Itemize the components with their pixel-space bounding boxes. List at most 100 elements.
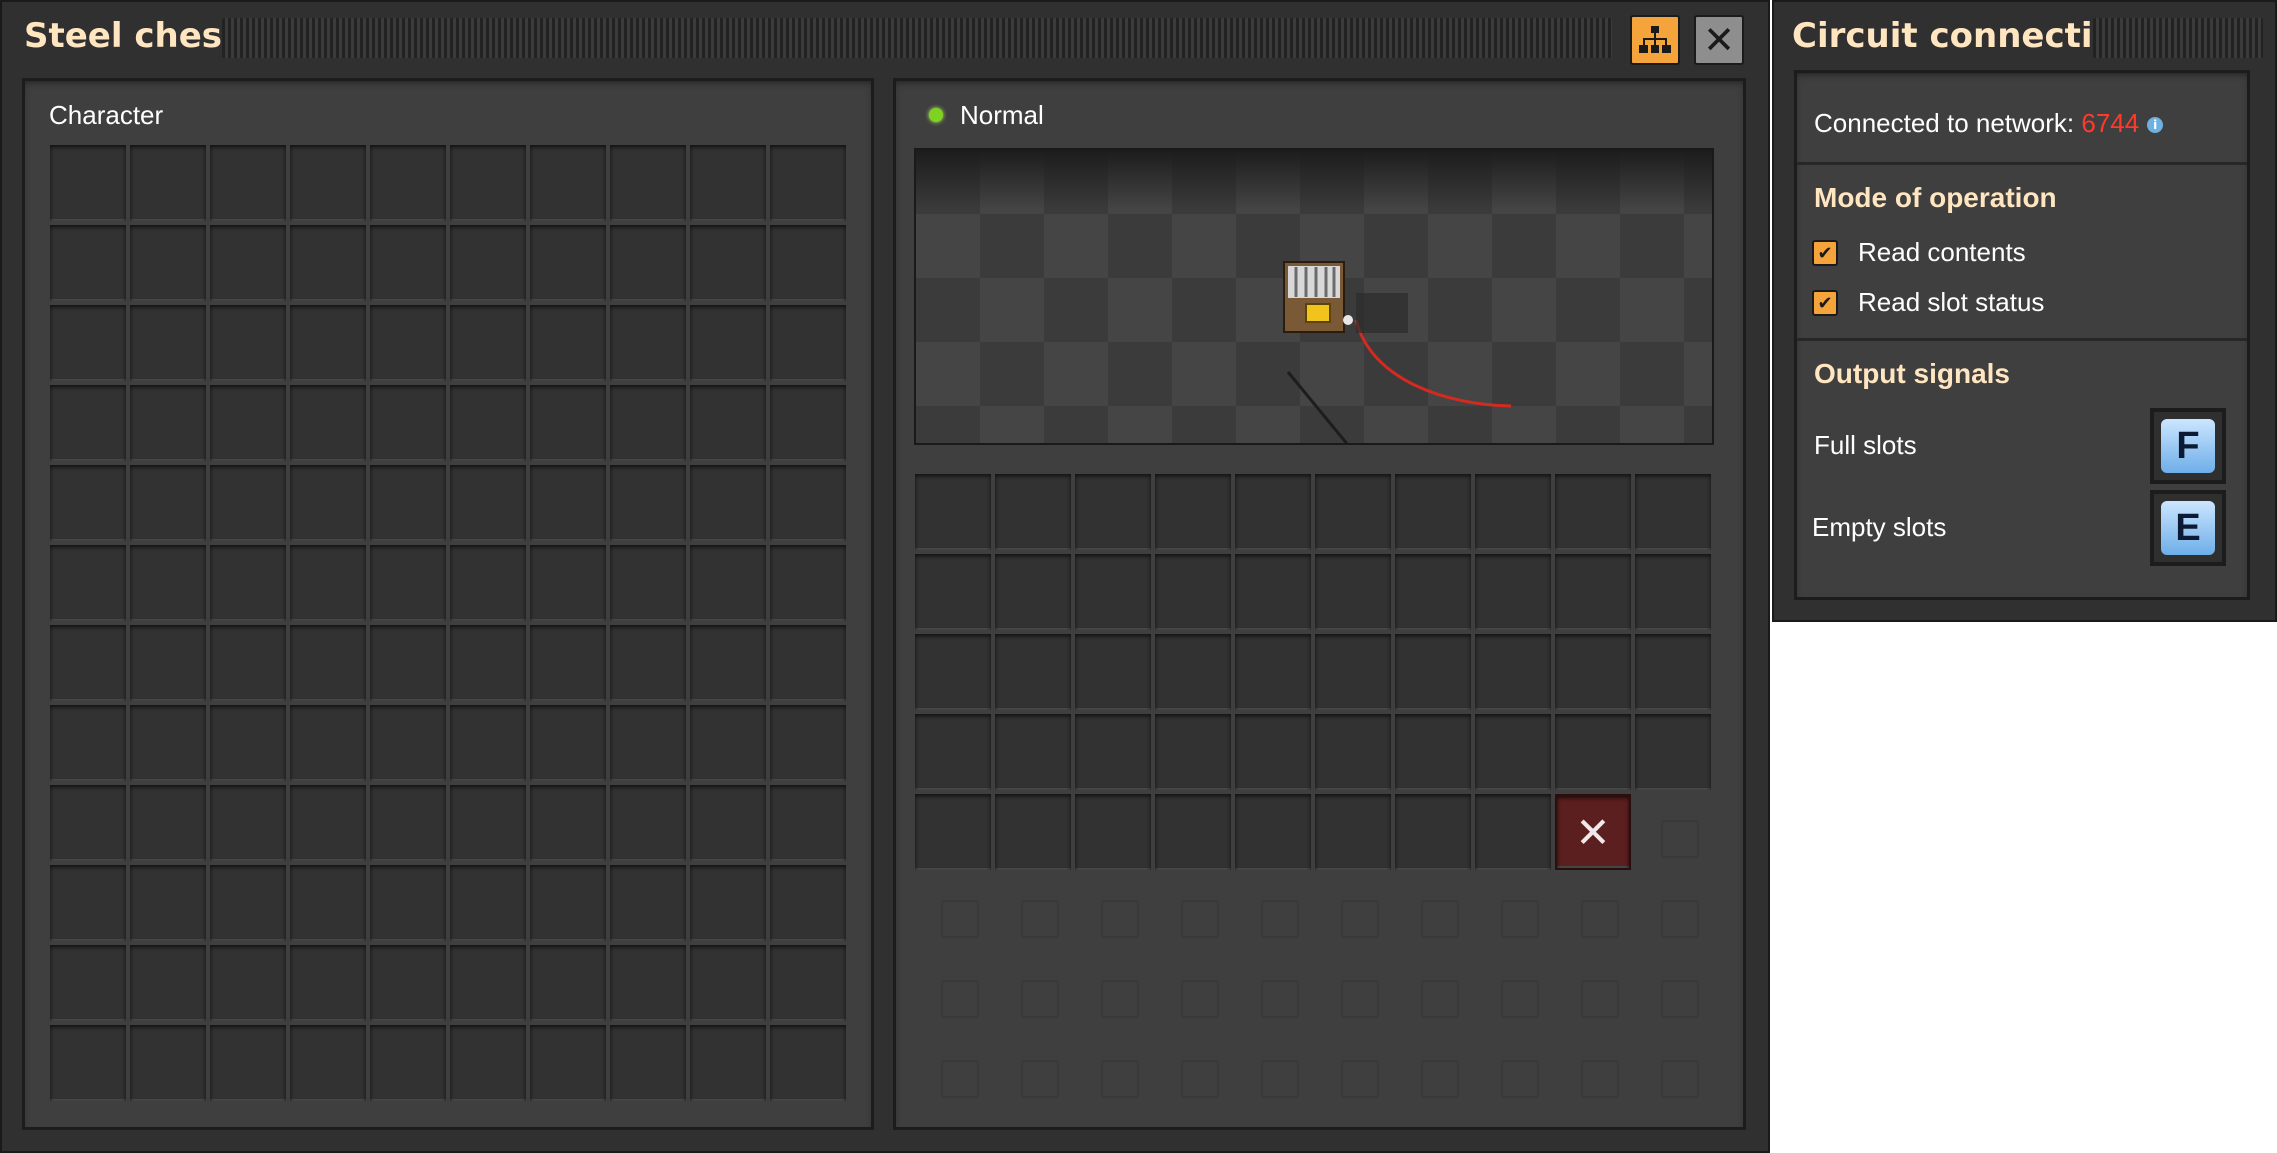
chest-inventory-slot[interactable] [1475,794,1551,870]
character-inventory-slot[interactable] [610,385,686,461]
character-inventory-slot[interactable] [290,545,366,621]
character-inventory-slot[interactable] [50,865,126,941]
character-inventory-slot[interactable] [690,545,766,621]
chest-inventory-slot[interactable] [1235,634,1311,710]
character-inventory-slot[interactable] [690,865,766,941]
character-inventory-slot[interactable] [50,625,126,701]
character-inventory-slot[interactable] [690,785,766,861]
locked-slot[interactable] [1315,874,1391,950]
chest-inventory-slot[interactable] [995,554,1071,630]
locked-slot[interactable] [995,874,1071,950]
locked-slot[interactable] [1475,1034,1551,1110]
character-inventory-slot[interactable] [290,385,366,461]
character-inventory-slot[interactable] [370,865,446,941]
character-inventory-slot[interactable] [610,785,686,861]
character-inventory-slot[interactable] [210,1025,286,1101]
locked-slot[interactable] [915,874,991,950]
locked-slot[interactable] [1315,954,1391,1030]
chest-inventory-slot[interactable] [1635,714,1711,790]
character-inventory-slot[interactable] [370,545,446,621]
character-inventory-slot[interactable] [290,705,366,781]
chest-inventory-slot[interactable] [1235,714,1311,790]
chest-inventory-slot[interactable] [1475,554,1551,630]
locked-slot[interactable] [1395,1034,1471,1110]
locked-slot[interactable] [1635,1034,1711,1110]
character-inventory-slot[interactable] [770,1025,846,1101]
close-button[interactable]: ✕ [1694,15,1744,65]
chest-inventory-slot[interactable] [1075,794,1151,870]
character-inventory-slot[interactable] [290,945,366,1021]
locked-slot[interactable] [1315,1034,1391,1110]
character-inventory-slot[interactable] [130,865,206,941]
read-contents-checkbox[interactable]: ✔ [1812,240,1838,266]
chest-inventory-slot[interactable] [1475,634,1551,710]
chest-inventory-slot[interactable] [1395,714,1471,790]
character-inventory-slot[interactable] [690,945,766,1021]
chest-inventory-slot[interactable] [1315,634,1391,710]
character-inventory-slot[interactable] [290,785,366,861]
character-inventory-slot[interactable] [370,305,446,381]
drag-handle[interactable] [222,18,1612,58]
character-inventory-slot[interactable] [370,785,446,861]
chest-inventory-slot[interactable] [1315,714,1391,790]
character-inventory-slot[interactable] [450,785,526,861]
character-inventory-slot[interactable] [690,225,766,301]
character-inventory-slot[interactable] [290,1025,366,1101]
locked-slot[interactable] [1635,954,1711,1030]
locked-slot[interactable] [1075,954,1151,1030]
character-inventory-slot[interactable] [610,865,686,941]
character-inventory-slot[interactable] [370,945,446,1021]
character-inventory-slot[interactable] [130,625,206,701]
character-inventory-slot[interactable] [50,305,126,381]
chest-inventory-slot[interactable] [1635,634,1711,710]
character-inventory-slot[interactable] [770,225,846,301]
character-inventory-slot[interactable] [450,625,526,701]
locked-slot[interactable] [1075,874,1151,950]
character-inventory-slot[interactable] [210,785,286,861]
chest-inventory-slot[interactable] [1075,554,1151,630]
locked-slot[interactable] [995,954,1071,1030]
chest-inventory-slot[interactable] [1315,794,1391,870]
chest-inventory-slot[interactable] [1235,474,1311,550]
character-inventory-slot[interactable] [530,1025,606,1101]
character-inventory-slot[interactable] [450,305,526,381]
character-inventory-slot[interactable] [210,465,286,541]
character-inventory-slot[interactable] [690,465,766,541]
circuit-drag-handle[interactable] [2093,18,2263,58]
character-inventory-slot[interactable] [130,545,206,621]
locked-slot[interactable] [995,1034,1071,1110]
character-inventory-slot[interactable] [450,1025,526,1101]
chest-inventory-slot[interactable] [915,474,991,550]
character-inventory-slot[interactable] [770,305,846,381]
character-inventory-slot[interactable] [210,225,286,301]
character-inventory-slot[interactable] [130,145,206,221]
character-inventory-slot[interactable] [610,625,686,701]
character-inventory-slot[interactable] [50,705,126,781]
chest-inventory-slot[interactable] [995,714,1071,790]
chest-inventory-slot[interactable] [915,794,991,870]
character-inventory-slot[interactable] [450,545,526,621]
character-inventory-slot[interactable] [690,625,766,701]
character-inventory-slot[interactable] [50,785,126,861]
locked-slot[interactable] [1635,794,1711,870]
locked-slot[interactable] [1235,954,1311,1030]
character-inventory-slot[interactable] [50,945,126,1021]
character-inventory-slot[interactable] [770,545,846,621]
character-inventory-slot[interactable] [50,385,126,461]
character-inventory-slot[interactable] [770,865,846,941]
character-inventory-slot[interactable] [610,1025,686,1101]
chest-inventory-slot[interactable] [1315,554,1391,630]
circuit-connection-titlebar[interactable]: Circuit connection [1772,0,2277,78]
character-inventory-slot[interactable] [530,865,606,941]
chest-inventory-slot[interactable] [1155,794,1231,870]
character-inventory-slot[interactable] [130,465,206,541]
character-inventory-slot[interactable] [450,945,526,1021]
chest-inventory-slot[interactable] [995,474,1071,550]
character-inventory-slot[interactable] [290,865,366,941]
character-inventory-slot[interactable] [210,865,286,941]
character-inventory-slot[interactable] [130,945,206,1021]
character-inventory-slot[interactable] [210,385,286,461]
character-inventory-slot[interactable] [210,545,286,621]
chest-inventory-slot[interactable] [1235,554,1311,630]
chest-inventory-slot[interactable] [1075,474,1151,550]
